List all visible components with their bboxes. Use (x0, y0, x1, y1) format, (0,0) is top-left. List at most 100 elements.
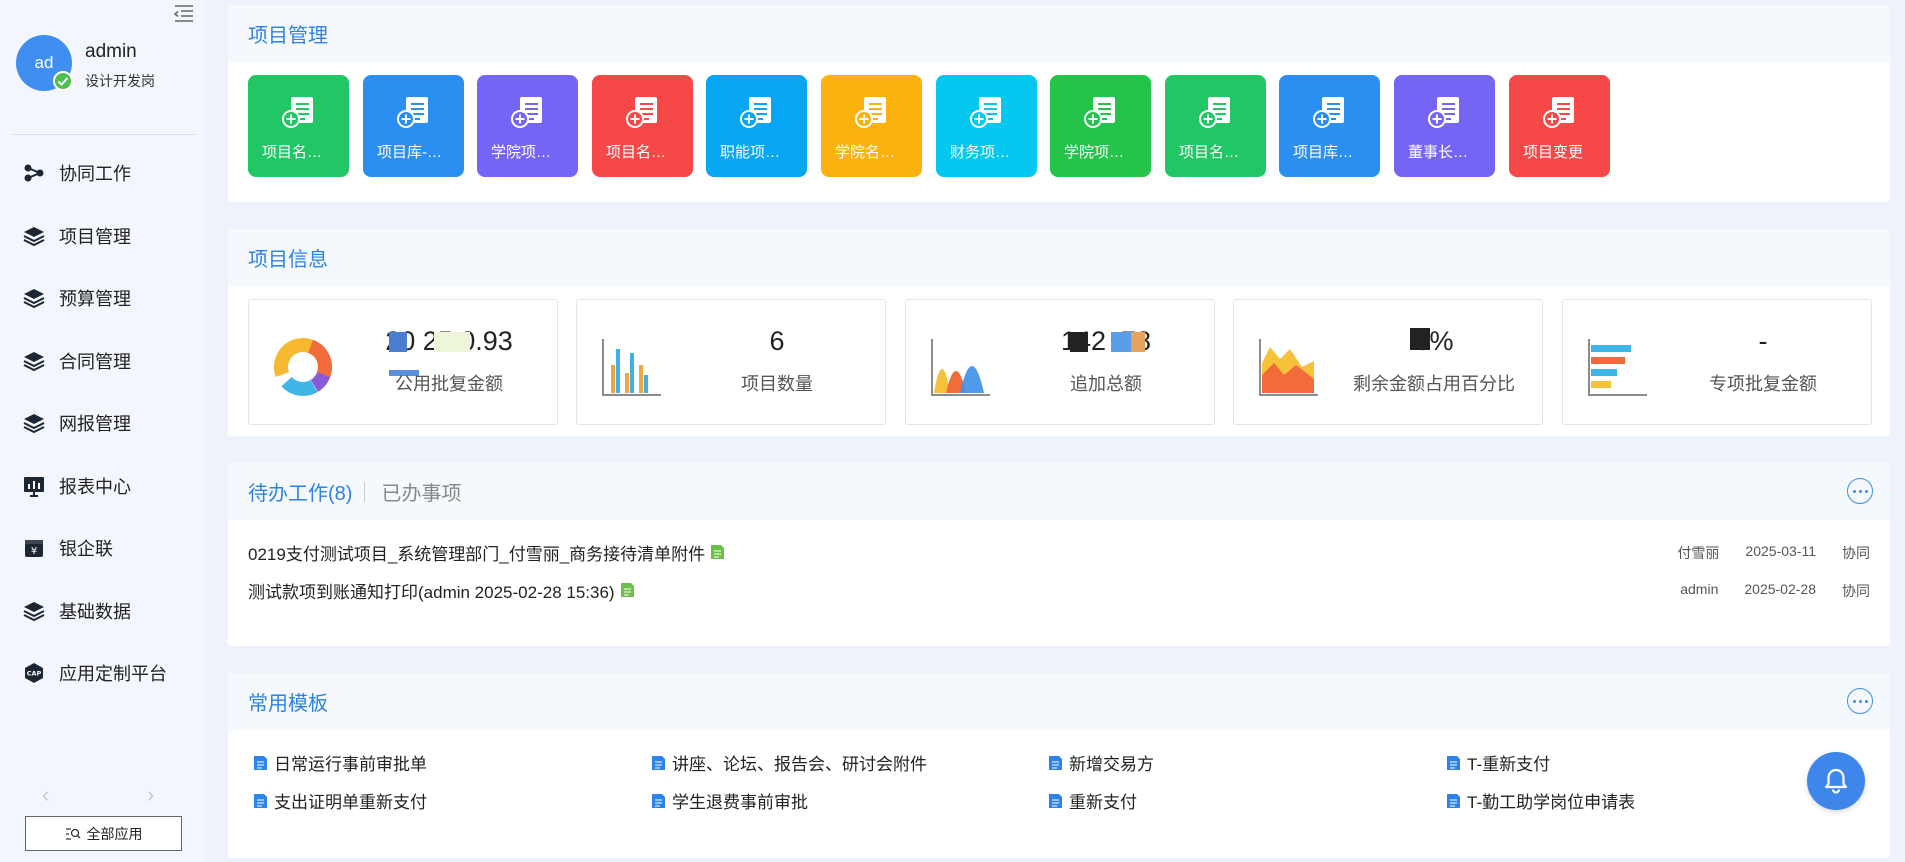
add-document-icon (1199, 97, 1230, 128)
sidebar-menu: 协同工作 项目管理 预算管理 合同管理 网报管理 报表中心 ¥ 银企联 基础数据… (0, 142, 205, 705)
layers-icon (22, 224, 46, 248)
svg-text:CAP: CAP (27, 670, 42, 678)
more-options-icon[interactable] (1847, 688, 1873, 714)
sidebar-item-project-management[interactable]: 项目管理 (0, 205, 205, 268)
sidebar-item-label: 协同工作 (59, 164, 131, 185)
project-info-panel: 项目信息 20 25 0.93 公用批复金额 6 项目数量 (228, 229, 1890, 436)
template-label: 讲座、论坛、报告会、研讨会附件 (672, 755, 927, 774)
add-document-icon (740, 97, 771, 128)
card-value: - (1758, 326, 1768, 356)
more-options-icon[interactable] (1847, 478, 1873, 504)
todo-type: 协同 (1842, 583, 1870, 599)
app-tile[interactable]: 学院项… (477, 75, 578, 177)
chevron-left-icon[interactable]: ‹ (42, 782, 49, 808)
todo-title: 测试款项到账通知打印(admin 2025-02-28 15:36) (248, 582, 615, 602)
sidebar-item-app-platform[interactable]: CAP 应用定制平台 (0, 642, 205, 705)
todo-tabs: 待办工作(8) 已办事项 (248, 477, 461, 506)
todo-person: 付雪丽 (1677, 545, 1720, 561)
app-tile[interactable]: 项目名… (248, 75, 349, 177)
todo-type: 协同 (1842, 545, 1870, 561)
app-tile[interactable]: 财务项… (936, 75, 1037, 177)
tile-label: 项目名… (262, 144, 323, 161)
todo-title: 0219支付测试项目_系统管理部门_付雪丽_商务接待清单附件 (248, 544, 706, 564)
panel-header: 常用模板 (228, 673, 1890, 730)
info-card-special-approved[interactable]: - 专项批复金额 (1562, 299, 1872, 425)
document-icon (1049, 793, 1062, 808)
bar-chart-icon (602, 339, 661, 396)
todo-person: admin (1680, 581, 1719, 597)
card-label: 专项批复金额 (1709, 374, 1817, 394)
sidebar-item-contract-management[interactable]: 合同管理 (0, 330, 205, 393)
app-tile[interactable]: 项目名… (592, 75, 693, 177)
user-name: admin (85, 41, 137, 62)
add-document-icon (1084, 97, 1115, 128)
sidebar-item-report-center[interactable]: 报表中心 (0, 455, 205, 518)
document-icon (1049, 755, 1062, 770)
template-item[interactable]: 支出证明单重新支付 (254, 788, 427, 813)
info-card-project-count[interactable]: 6 项目数量 (576, 299, 886, 425)
template-item[interactable]: 新增交易方 (1049, 750, 1154, 775)
sidebar-divider (10, 134, 196, 135)
app-tile[interactable]: 项目库-… (363, 75, 464, 177)
user-profile[interactable]: ad admin 设计开发岗 (16, 35, 196, 95)
sidebar-item-collaboration[interactable]: 协同工作 (0, 142, 205, 205)
todo-row[interactable]: 测试款项到账通知打印(admin 2025-02-28 15:36) admin… (248, 575, 1870, 605)
template-item[interactable]: 讲座、论坛、报告会、研讨会附件 (652, 750, 927, 775)
card-value: 6% (1414, 326, 1454, 356)
todo-panel: 待办工作(8) 已办事项 0219支付测试项目_系统管理部门_付雪丽_商务接待清… (228, 463, 1890, 646)
layers-icon (22, 286, 46, 310)
app-tile[interactable]: 项目变更 (1509, 75, 1610, 177)
all-apps-label: 全部应用 (86, 825, 143, 842)
tile-label: 学院名… (835, 144, 896, 161)
sidebar-item-basic-data[interactable]: 基础数据 (0, 580, 205, 643)
tab-done-items[interactable]: 已办事项 (381, 477, 461, 506)
app-tile[interactable]: 学院名… (821, 75, 922, 177)
app-tile[interactable]: 职能项… (706, 75, 807, 177)
search-list-icon (65, 827, 80, 840)
app-tile[interactable]: 董事长… (1394, 75, 1495, 177)
document-icon (254, 755, 267, 770)
layers-icon (22, 349, 46, 373)
template-item[interactable]: T-重新支付 (1447, 750, 1550, 775)
app-tile[interactable]: 项目库… (1279, 75, 1380, 177)
card-label: 项目数量 (741, 374, 813, 394)
info-card-remaining-percent[interactable]: 6% 剩余金额占用百分比 (1233, 299, 1543, 425)
add-document-icon (1428, 97, 1459, 128)
info-card-public-approved[interactable]: 20 25 0.93 公用批复金额 (248, 299, 558, 425)
card-label: 剩余金额占用百分比 (1353, 374, 1515, 394)
card-value: 6 (769, 326, 785, 356)
sidebar-item-label: 预算管理 (59, 289, 131, 310)
sidebar-item-bank-link[interactable]: ¥ 银企联 (0, 517, 205, 580)
redaction-mark (1131, 332, 1145, 352)
document-icon (652, 755, 665, 770)
sidebar-item-expense-management[interactable]: 网报管理 (0, 392, 205, 455)
tile-label: 项目变更 (1523, 144, 1584, 161)
card-label: 追加总额 (1070, 374, 1142, 394)
sidebar-item-budget-management[interactable]: 预算管理 (0, 267, 205, 330)
chevron-right-icon[interactable]: › (147, 782, 154, 808)
user-role: 设计开发岗 (85, 73, 155, 89)
all-apps-button[interactable]: 全部应用 (25, 816, 182, 851)
add-document-icon (970, 97, 1001, 128)
tab-pending-work[interactable]: 待办工作(8) (248, 477, 352, 506)
template-item[interactable]: 日常运行事前审批单 (254, 750, 427, 775)
card-label: 公用批复金额 (395, 374, 503, 394)
todo-meta: 付雪丽 2025-03-11 协同 (1651, 543, 1870, 563)
layers-icon (22, 599, 46, 623)
add-document-icon (626, 97, 657, 128)
template-item[interactable]: 重新支付 (1049, 788, 1137, 813)
app-tile[interactable]: 项目名… (1165, 75, 1266, 177)
template-item[interactable]: 学生退费事前审批 (652, 788, 808, 813)
todo-row[interactable]: 0219支付测试项目_系统管理部门_付雪丽_商务接待清单附件 付雪丽 2025-… (248, 537, 1870, 567)
tile-label: 项目库… (1293, 144, 1354, 161)
sidebar-collapse-icon[interactable] (172, 2, 196, 26)
panel-header: 项目管理 (228, 5, 1890, 62)
app-tile[interactable]: 学院项… (1050, 75, 1151, 177)
add-document-icon (855, 97, 886, 128)
cap-icon: CAP (22, 661, 46, 685)
template-item[interactable]: T-勤工助学岗位申请表 (1447, 788, 1635, 813)
sidebar-item-label: 基础数据 (59, 601, 131, 622)
info-card-additional-total[interactable]: 142 .78 追加总额 (905, 299, 1215, 425)
tile-label: 学院项… (1064, 144, 1125, 161)
notification-bell-button[interactable] (1807, 752, 1865, 810)
